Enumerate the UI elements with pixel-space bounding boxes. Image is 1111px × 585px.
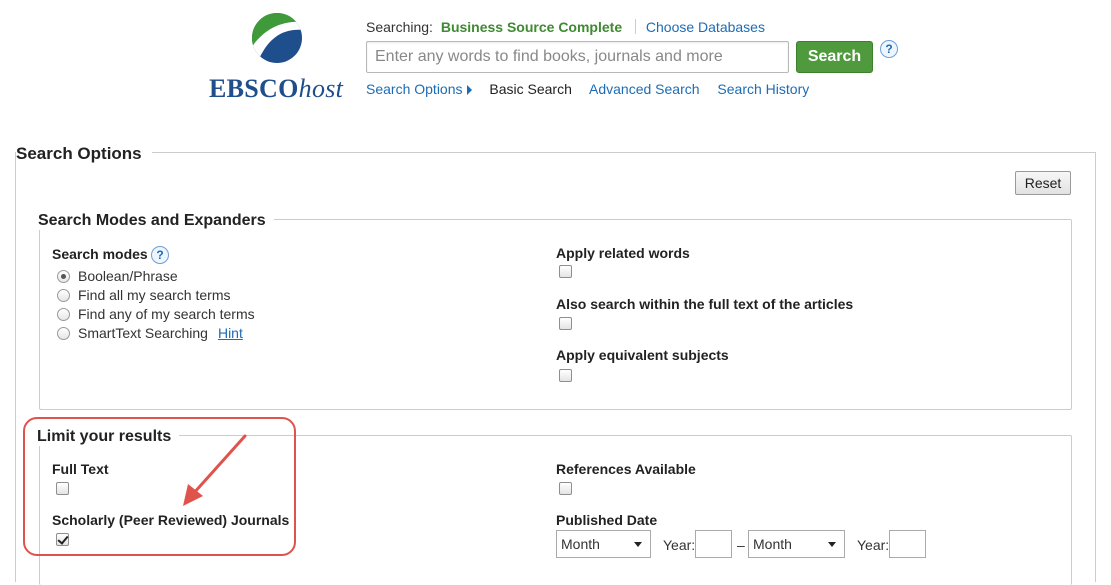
- to-month-select[interactable]: Month: [748, 530, 845, 558]
- annotation-highlight-box: [23, 417, 296, 556]
- reset-button[interactable]: Reset: [1015, 171, 1071, 195]
- radio-button[interactable]: [57, 327, 70, 340]
- radio-button[interactable]: [57, 289, 70, 302]
- search-nav: Search Options Basic Search Advanced Sea…: [366, 81, 809, 97]
- mode-label: Find any of my search terms: [78, 306, 255, 322]
- published-date-label: Published Date: [556, 512, 658, 528]
- from-month-select[interactable]: Month: [556, 530, 651, 558]
- from-year-input[interactable]: [695, 530, 732, 558]
- nav-basic-search[interactable]: Basic Search: [489, 81, 571, 97]
- search-input[interactable]: [366, 41, 789, 73]
- triangle-right-icon: [466, 85, 472, 95]
- equivalent-subjects-label: Apply equivalent subjects: [556, 347, 729, 363]
- searching-row: Searching: Business Source Complete Choo…: [366, 19, 765, 35]
- ebsco-logo[interactable]: EBSCOhost: [205, 12, 350, 104]
- chevron-down-icon: [828, 542, 836, 547]
- to-year-input[interactable]: [889, 530, 926, 558]
- annotation-arrow-icon: [183, 434, 247, 506]
- mode-find-any[interactable]: Find any of my search terms: [57, 306, 255, 322]
- search-modes-label: Search modes: [52, 246, 148, 262]
- logo-text: EBSCOhost: [209, 74, 343, 104]
- from-year-label: Year:: [663, 537, 696, 553]
- ebsco-globe-icon: [252, 13, 302, 63]
- divider: [635, 19, 636, 34]
- help-icon[interactable]: ?: [880, 40, 898, 58]
- search-modes-help-icon[interactable]: ?: [151, 246, 169, 264]
- logo-suffix: host: [298, 74, 344, 103]
- search-options-link[interactable]: Search Options: [366, 81, 463, 97]
- full-text-search-checkbox[interactable]: [559, 317, 572, 330]
- from-month-value: Month: [561, 536, 600, 552]
- mode-smarttext[interactable]: SmartText Searching Hint: [57, 325, 243, 341]
- apply-related-words-checkbox[interactable]: [559, 265, 572, 278]
- references-available-label: References Available: [556, 461, 696, 477]
- search-modes-title: Search Modes and Expanders: [36, 212, 274, 230]
- mode-find-all[interactable]: Find all my search terms: [57, 287, 230, 303]
- references-available-checkbox[interactable]: [559, 482, 572, 495]
- date-range-dash: –: [737, 537, 745, 553]
- mode-label: Find all my search terms: [78, 287, 231, 303]
- search-button[interactable]: Search: [796, 41, 873, 73]
- full-text-search-label: Also search within the full text of the …: [556, 296, 854, 312]
- to-year-label: Year:: [857, 537, 890, 553]
- search-options-title: Search Options: [16, 144, 152, 164]
- to-month-value: Month: [753, 536, 792, 552]
- choose-databases-link[interactable]: Choose Databases: [646, 19, 765, 35]
- database-name: Business Source Complete: [440, 19, 623, 35]
- nav-advanced-search[interactable]: Advanced Search: [589, 81, 700, 97]
- equivalent-subjects-checkbox[interactable]: [559, 369, 572, 382]
- logo-brand: EBSCO: [209, 74, 299, 103]
- radio-button-selected[interactable]: [57, 270, 70, 283]
- searching-label: Searching:: [366, 19, 433, 35]
- mode-label: Boolean/Phrase: [78, 268, 178, 284]
- chevron-down-icon: [634, 542, 642, 547]
- mode-label: SmartText Searching: [78, 325, 208, 341]
- nav-search-history[interactable]: Search History: [717, 81, 809, 97]
- radio-button[interactable]: [57, 308, 70, 321]
- mode-boolean-phrase[interactable]: Boolean/Phrase: [57, 268, 178, 284]
- hint-link[interactable]: Hint: [218, 325, 243, 341]
- nav-search-options[interactable]: Search Options: [366, 81, 472, 97]
- apply-related-words-label: Apply related words: [556, 245, 690, 261]
